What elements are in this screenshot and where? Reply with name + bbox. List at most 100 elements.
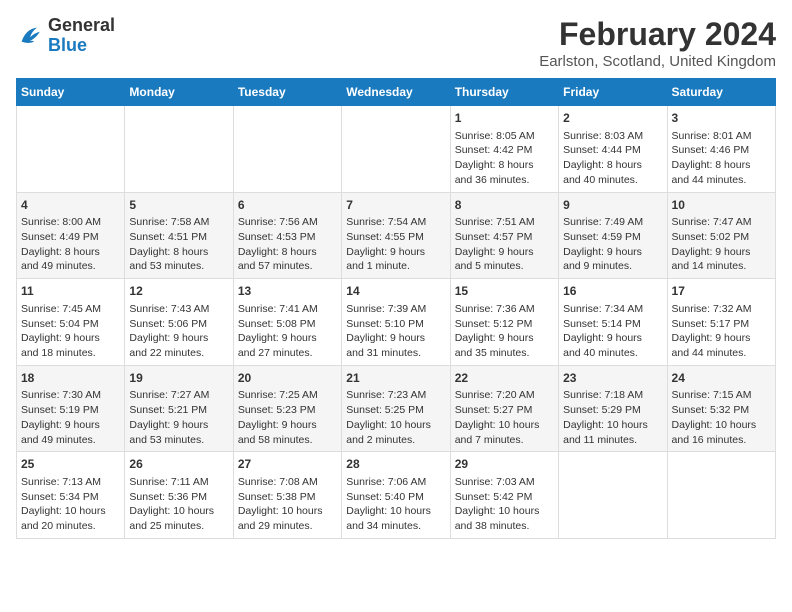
calendar-cell: 27Sunrise: 7:08 AMSunset: 5:38 PMDayligh… (233, 452, 341, 539)
calendar-cell: 17Sunrise: 7:32 AMSunset: 5:17 PMDayligh… (667, 279, 775, 366)
calendar-cell: 1Sunrise: 8:05 AMSunset: 4:42 PMDaylight… (450, 106, 558, 193)
day-info: and 31 minutes. (346, 346, 445, 361)
day-info: and 29 minutes. (238, 519, 337, 534)
day-number: 24 (672, 370, 771, 387)
day-info: Sunrise: 7:51 AM (455, 215, 554, 230)
day-info: Sunset: 5:23 PM (238, 403, 337, 418)
day-info: Sunset: 5:14 PM (563, 317, 662, 332)
day-info: Daylight: 9 hours (346, 331, 445, 346)
day-info: Daylight: 8 hours (455, 158, 554, 173)
calendar-cell: 11Sunrise: 7:45 AMSunset: 5:04 PMDayligh… (17, 279, 125, 366)
day-info: Daylight: 9 hours (563, 331, 662, 346)
day-number: 5 (129, 197, 228, 214)
day-info: Daylight: 9 hours (672, 245, 771, 260)
day-info: Sunrise: 8:03 AM (563, 129, 662, 144)
day-info: Sunset: 5:04 PM (21, 317, 120, 332)
day-info: and 53 minutes. (129, 433, 228, 448)
day-info: Sunset: 5:21 PM (129, 403, 228, 418)
day-number: 2 (563, 110, 662, 127)
day-info: Sunrise: 7:18 AM (563, 388, 662, 403)
day-info: Sunset: 5:42 PM (455, 490, 554, 505)
calendar-cell (667, 452, 775, 539)
day-info: Sunset: 4:57 PM (455, 230, 554, 245)
day-info: and 16 minutes. (672, 433, 771, 448)
day-info: Sunrise: 7:47 AM (672, 215, 771, 230)
day-info: Daylight: 8 hours (672, 158, 771, 173)
day-number: 13 (238, 283, 337, 300)
day-info: and 11 minutes. (563, 433, 662, 448)
day-number: 1 (455, 110, 554, 127)
day-info: Sunset: 4:49 PM (21, 230, 120, 245)
calendar-cell: 24Sunrise: 7:15 AMSunset: 5:32 PMDayligh… (667, 365, 775, 452)
calendar-cell: 21Sunrise: 7:23 AMSunset: 5:25 PMDayligh… (342, 365, 450, 452)
day-number: 6 (238, 197, 337, 214)
day-number: 16 (563, 283, 662, 300)
calendar-cell: 14Sunrise: 7:39 AMSunset: 5:10 PMDayligh… (342, 279, 450, 366)
day-info: Sunrise: 7:23 AM (346, 388, 445, 403)
calendar-cell: 20Sunrise: 7:25 AMSunset: 5:23 PMDayligh… (233, 365, 341, 452)
calendar-cell: 25Sunrise: 7:13 AMSunset: 5:34 PMDayligh… (17, 452, 125, 539)
calendar-week-row: 11Sunrise: 7:45 AMSunset: 5:04 PMDayligh… (17, 279, 776, 366)
day-number: 23 (563, 370, 662, 387)
day-info: Sunset: 5:19 PM (21, 403, 120, 418)
day-info: Sunset: 4:42 PM (455, 143, 554, 158)
day-info: and 22 minutes. (129, 346, 228, 361)
calendar-week-row: 4Sunrise: 8:00 AMSunset: 4:49 PMDaylight… (17, 192, 776, 279)
day-info: Daylight: 10 hours (129, 504, 228, 519)
day-info: Daylight: 10 hours (672, 418, 771, 433)
day-info: and 7 minutes. (455, 433, 554, 448)
calendar-week-row: 18Sunrise: 7:30 AMSunset: 5:19 PMDayligh… (17, 365, 776, 452)
day-info: and 40 minutes. (563, 346, 662, 361)
day-info: Daylight: 10 hours (21, 504, 120, 519)
calendar-cell: 23Sunrise: 7:18 AMSunset: 5:29 PMDayligh… (559, 365, 667, 452)
day-number: 29 (455, 456, 554, 473)
day-number: 17 (672, 283, 771, 300)
day-info: Sunset: 5:40 PM (346, 490, 445, 505)
day-info: and 34 minutes. (346, 519, 445, 534)
day-info: Daylight: 9 hours (129, 418, 228, 433)
day-info: Sunset: 4:44 PM (563, 143, 662, 158)
calendar-subtitle: Earlston, Scotland, United Kingdom (539, 53, 776, 70)
day-info: Sunset: 5:06 PM (129, 317, 228, 332)
day-info: Daylight: 8 hours (238, 245, 337, 260)
day-info: Sunrise: 7:27 AM (129, 388, 228, 403)
day-info: Sunrise: 7:08 AM (238, 475, 337, 490)
day-info: Daylight: 9 hours (238, 331, 337, 346)
day-number: 12 (129, 283, 228, 300)
day-info: and 53 minutes. (129, 259, 228, 274)
logo-text: General Blue (48, 16, 115, 56)
weekday-header: Thursday (450, 79, 558, 106)
day-info: and 36 minutes. (455, 173, 554, 188)
day-number: 26 (129, 456, 228, 473)
day-info: Sunrise: 8:00 AM (21, 215, 120, 230)
day-info: Sunset: 5:17 PM (672, 317, 771, 332)
day-number: 21 (346, 370, 445, 387)
day-info: Sunrise: 7:49 AM (563, 215, 662, 230)
calendar-cell (559, 452, 667, 539)
calendar-cell: 8Sunrise: 7:51 AMSunset: 4:57 PMDaylight… (450, 192, 558, 279)
calendar-header-row: SundayMondayTuesdayWednesdayThursdayFrid… (17, 79, 776, 106)
weekday-header: Friday (559, 79, 667, 106)
weekday-header: Wednesday (342, 79, 450, 106)
calendar-title: February 2024 (539, 16, 776, 53)
calendar-cell (342, 106, 450, 193)
day-info: Sunset: 5:36 PM (129, 490, 228, 505)
day-info: and 40 minutes. (563, 173, 662, 188)
day-number: 14 (346, 283, 445, 300)
day-number: 7 (346, 197, 445, 214)
day-number: 10 (672, 197, 771, 214)
day-info: Daylight: 10 hours (455, 504, 554, 519)
calendar-cell: 12Sunrise: 7:43 AMSunset: 5:06 PMDayligh… (125, 279, 233, 366)
day-info: and 18 minutes. (21, 346, 120, 361)
day-info: Sunrise: 7:30 AM (21, 388, 120, 403)
day-number: 15 (455, 283, 554, 300)
day-info: Sunset: 5:10 PM (346, 317, 445, 332)
day-info: Sunrise: 8:01 AM (672, 129, 771, 144)
calendar-cell: 26Sunrise: 7:11 AMSunset: 5:36 PMDayligh… (125, 452, 233, 539)
day-info: Daylight: 9 hours (238, 418, 337, 433)
day-info: Sunrise: 7:58 AM (129, 215, 228, 230)
day-info: Sunrise: 7:15 AM (672, 388, 771, 403)
day-info: Sunrise: 7:43 AM (129, 302, 228, 317)
day-info: Daylight: 10 hours (455, 418, 554, 433)
logo-bird-icon (16, 22, 44, 50)
